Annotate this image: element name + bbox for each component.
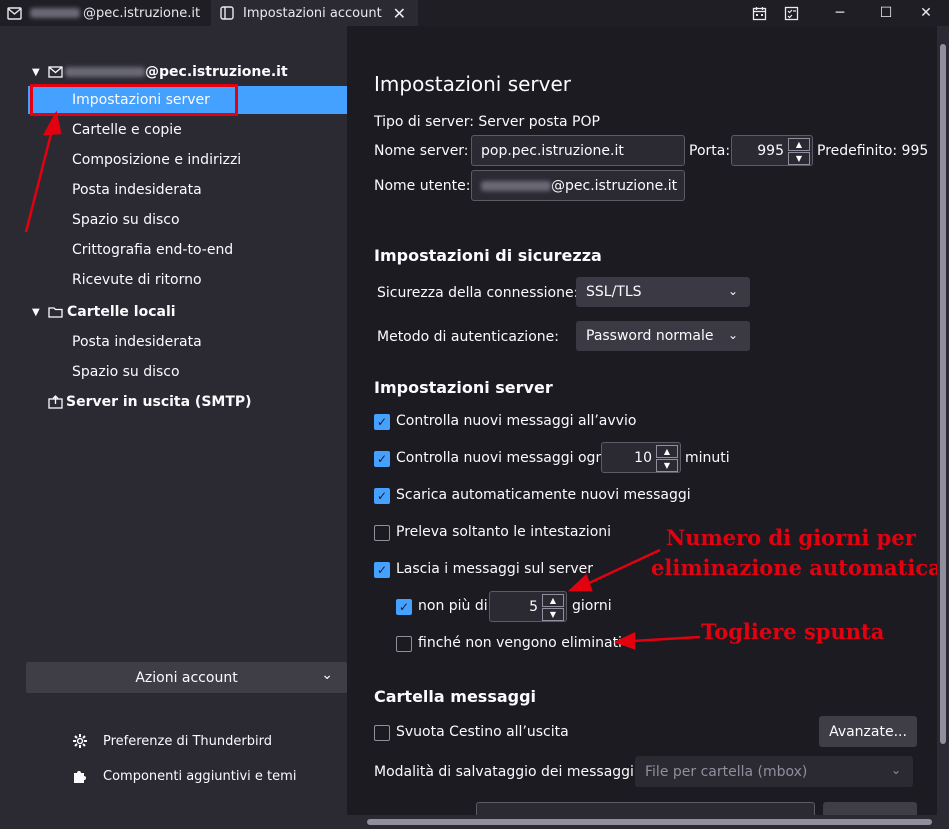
horizontal-scrollbar[interactable] [347,815,949,829]
vertical-scrollbar[interactable] [937,26,949,815]
scrollbar-thumb[interactable] [940,44,946,744]
scrollbar-thumb[interactable] [367,819,932,825]
annotation-uncheck: Togliere spunta [701,619,885,644]
annotation-days-line1: Numero di giorni per [666,525,916,550]
annotation-days-line2: eliminazione automatica [651,555,942,580]
annotation-arrows [24,110,701,650]
